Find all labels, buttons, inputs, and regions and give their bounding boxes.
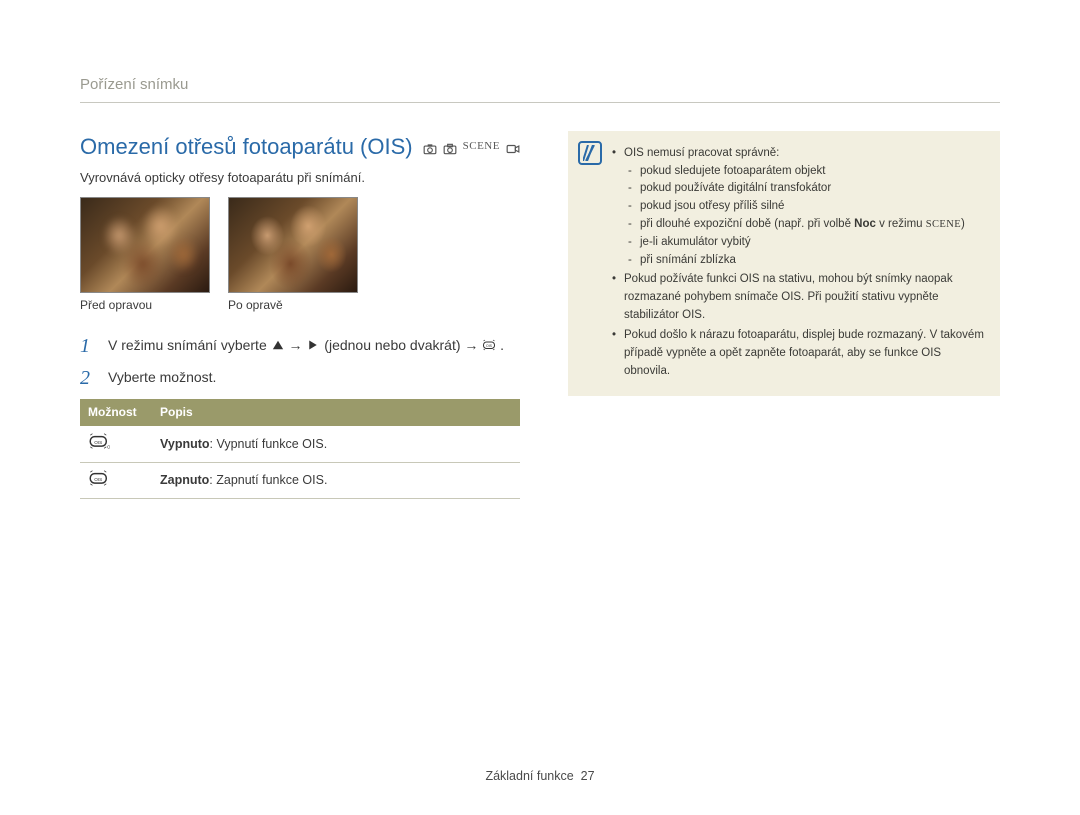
info-icon — [578, 141, 602, 165]
note-sub-item: při dlouhé expoziční době (např. při vol… — [628, 216, 984, 234]
row-label: Zapnuto — [160, 473, 209, 487]
step-number: 1 — [80, 335, 96, 357]
note-bullet: Pokud došlo k nárazu fotoaparátu, disple… — [612, 327, 984, 380]
svg-text:OIS: OIS — [94, 476, 102, 482]
caption-after: Po opravě — [228, 297, 358, 314]
step1-mid2: (jednou nebo dvakrát) → — [324, 337, 482, 353]
step-2: 2 Vyberte možnost. — [80, 367, 520, 389]
svg-text:OIS: OIS — [94, 440, 102, 446]
footer-page: 27 — [581, 769, 595, 783]
info-note: OIS nemusí pracovat správně: pokud sledu… — [568, 131, 1000, 397]
video-icon — [506, 131, 520, 163]
row-desc: : Vypnutí funkce OIS. — [210, 437, 328, 451]
svg-text:OIS: OIS — [486, 344, 493, 348]
svg-text:OFF: OFF — [107, 445, 110, 450]
note-sub-item: pokud jsou otřesy příliš silné — [628, 198, 984, 216]
mode-icons: SCENE — [423, 131, 520, 163]
col-option-header: Možnost — [80, 399, 152, 426]
row-desc: : Zapnutí funkce OIS. — [209, 473, 327, 487]
scene-mode-label: SCENE — [463, 139, 500, 155]
step1-mid1: → — [289, 337, 307, 353]
step2-text: Vyberte možnost. — [108, 367, 216, 389]
example-photos — [80, 197, 520, 293]
ois-icon: OIS — [482, 335, 496, 357]
page-footer: Základní funkce 27 — [0, 767, 1080, 785]
note-sub-item: je-li akumulátor vybitý — [628, 234, 984, 252]
step-number: 2 — [80, 367, 96, 389]
section-title: Omezení otřesů fotoaparátu (OIS) SCENE — [80, 131, 520, 163]
footer-label: Základní funkce — [485, 769, 573, 783]
note-sub-item: pokud používáte digitální transfokátor — [628, 180, 984, 198]
note-sub-text: při dlouhé expoziční době (např. při vol… — [640, 218, 854, 230]
note-bullet: Pokud požíváte funkci OIS na stativu, mo… — [612, 271, 984, 324]
ois-on-icon: OIS — [88, 470, 110, 491]
options-table: Možnost Popis OIS OFF Vypnuto: Vypnutí fu… — [80, 399, 520, 499]
breadcrumb: Pořízení snímku — [80, 74, 1000, 103]
camera-icon — [423, 131, 437, 163]
row-label: Vypnuto — [160, 437, 210, 451]
ois-off-icon: OIS OFF — [88, 433, 110, 454]
step1-post: . — [500, 337, 504, 353]
note-sub-item: při snímání zblízka — [628, 252, 984, 270]
col-desc-header: Popis — [152, 399, 520, 426]
note-noc-close: ) — [961, 218, 965, 230]
camera-outline-icon — [443, 131, 457, 163]
caption-before: Před opravou — [80, 297, 210, 314]
table-row: OIS Zapnuto: Zapnutí funkce OIS. — [80, 462, 520, 498]
intro-text: Vyrovnává opticky otřesy fotoaparátu při… — [80, 169, 520, 188]
scene-mode-label: SCENE — [926, 219, 961, 230]
up-arrow-icon — [271, 335, 285, 357]
note-noc-tail: v režimu — [876, 218, 926, 230]
right-arrow-icon — [306, 335, 320, 357]
step1-pre: V režimu snímání vyberte — [108, 337, 271, 353]
step-1: 1 V režimu snímání vyberte → (jednou neb… — [80, 335, 520, 357]
note-head: OIS nemusí pracovat správně: — [624, 147, 779, 159]
photo-before — [80, 197, 210, 293]
note-sub-item: pokud sledujete fotoaparátem objekt — [628, 163, 984, 181]
note-noc-bold: Noc — [854, 218, 876, 230]
photo-after — [228, 197, 358, 293]
title-text: Omezení otřesů fotoaparátu (OIS) — [80, 131, 413, 163]
table-row: OIS OFF Vypnuto: Vypnutí funkce OIS. — [80, 426, 520, 462]
